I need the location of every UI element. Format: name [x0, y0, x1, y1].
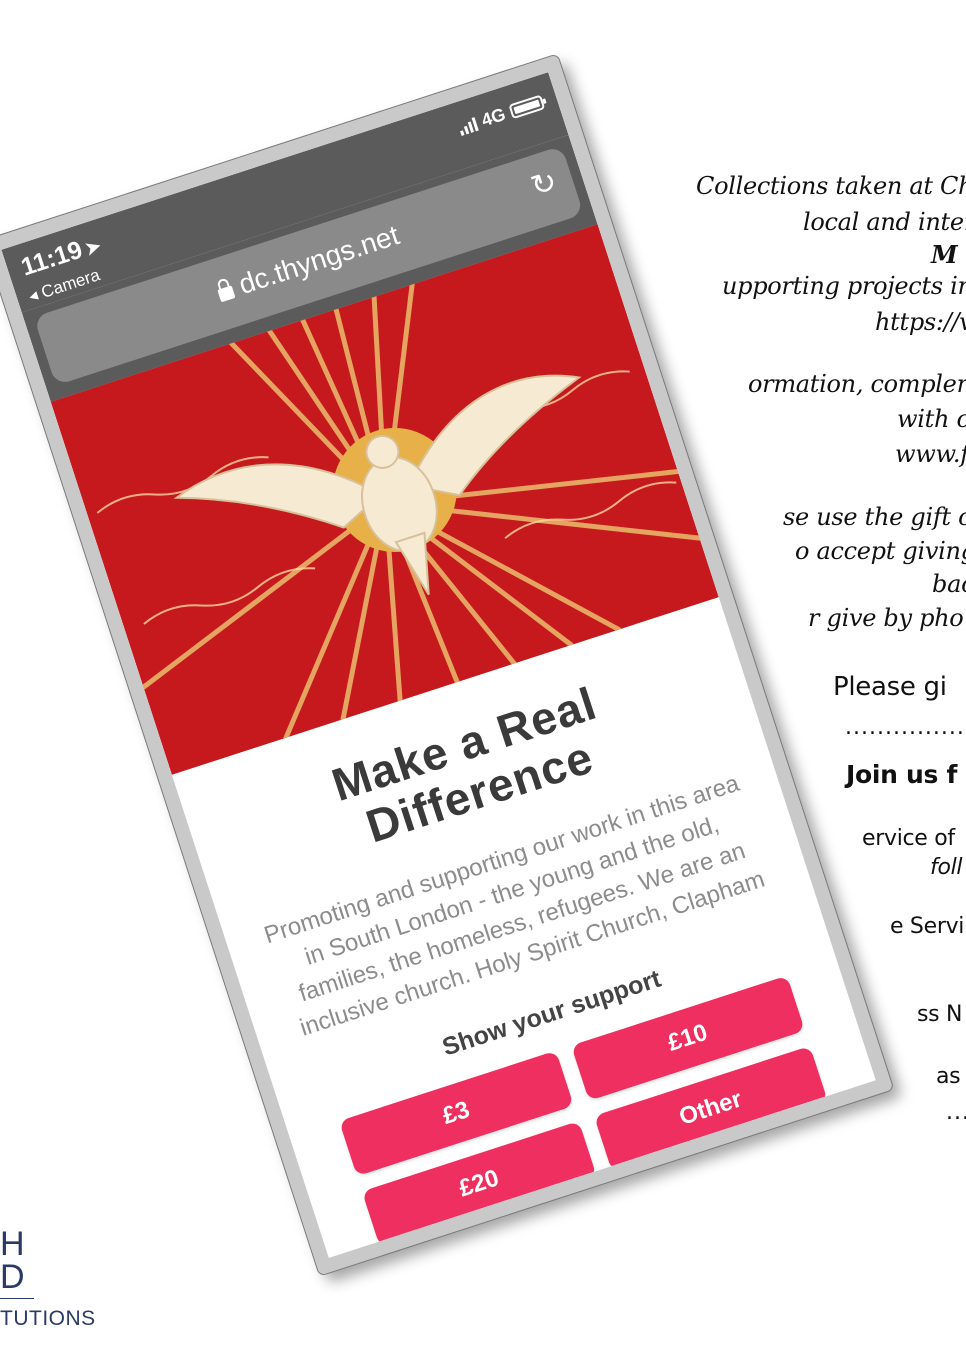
leaflet-line: ervice of [862, 826, 955, 851]
crest-letter: H [0, 1225, 25, 1263]
location-arrow-icon: ➤ [82, 235, 104, 260]
leaflet-line: ss N [917, 1002, 963, 1027]
crest-divider [0, 1298, 34, 1299]
leaflet-heading: Please gi [833, 672, 947, 702]
leaflet-line: M [931, 240, 958, 269]
status-indicators: 4G [456, 92, 546, 139]
leaflet-line: foll [930, 855, 963, 880]
leaflet-line: local and inter [803, 208, 966, 236]
battery-icon [508, 94, 546, 120]
network-label: 4G [478, 104, 508, 131]
leaflet-line: ormation, complem [748, 370, 966, 398]
leaflet-heading: Join us f [846, 760, 958, 789]
leaflet-line: e Servi [890, 914, 965, 939]
signal-icon [457, 116, 479, 136]
lock-icon [217, 285, 236, 303]
leaflet-line: bac [932, 570, 966, 598]
leaflet-dots: ............... [845, 715, 965, 740]
leaflet-line: Collections taken at Ch [696, 172, 966, 200]
leaflet-line: https://v [875, 308, 966, 336]
crest-logo: H D TUTIONS [0, 1225, 96, 1331]
crest-letter: D [0, 1258, 25, 1296]
leaflet-line: o accept giving [795, 537, 966, 565]
leaflet-line: www.f [895, 440, 966, 468]
crest-caption: TUTIONS [0, 1307, 96, 1330]
leaflet-line: with c [897, 405, 966, 433]
leaflet-dots: ... [946, 1100, 966, 1125]
leaflet-line: as [936, 1064, 961, 1089]
leaflet-line: r give by pho [808, 604, 964, 632]
leaflet-line: se use the gift c [783, 503, 966, 531]
leaflet-line: upporting projects in [722, 272, 966, 300]
